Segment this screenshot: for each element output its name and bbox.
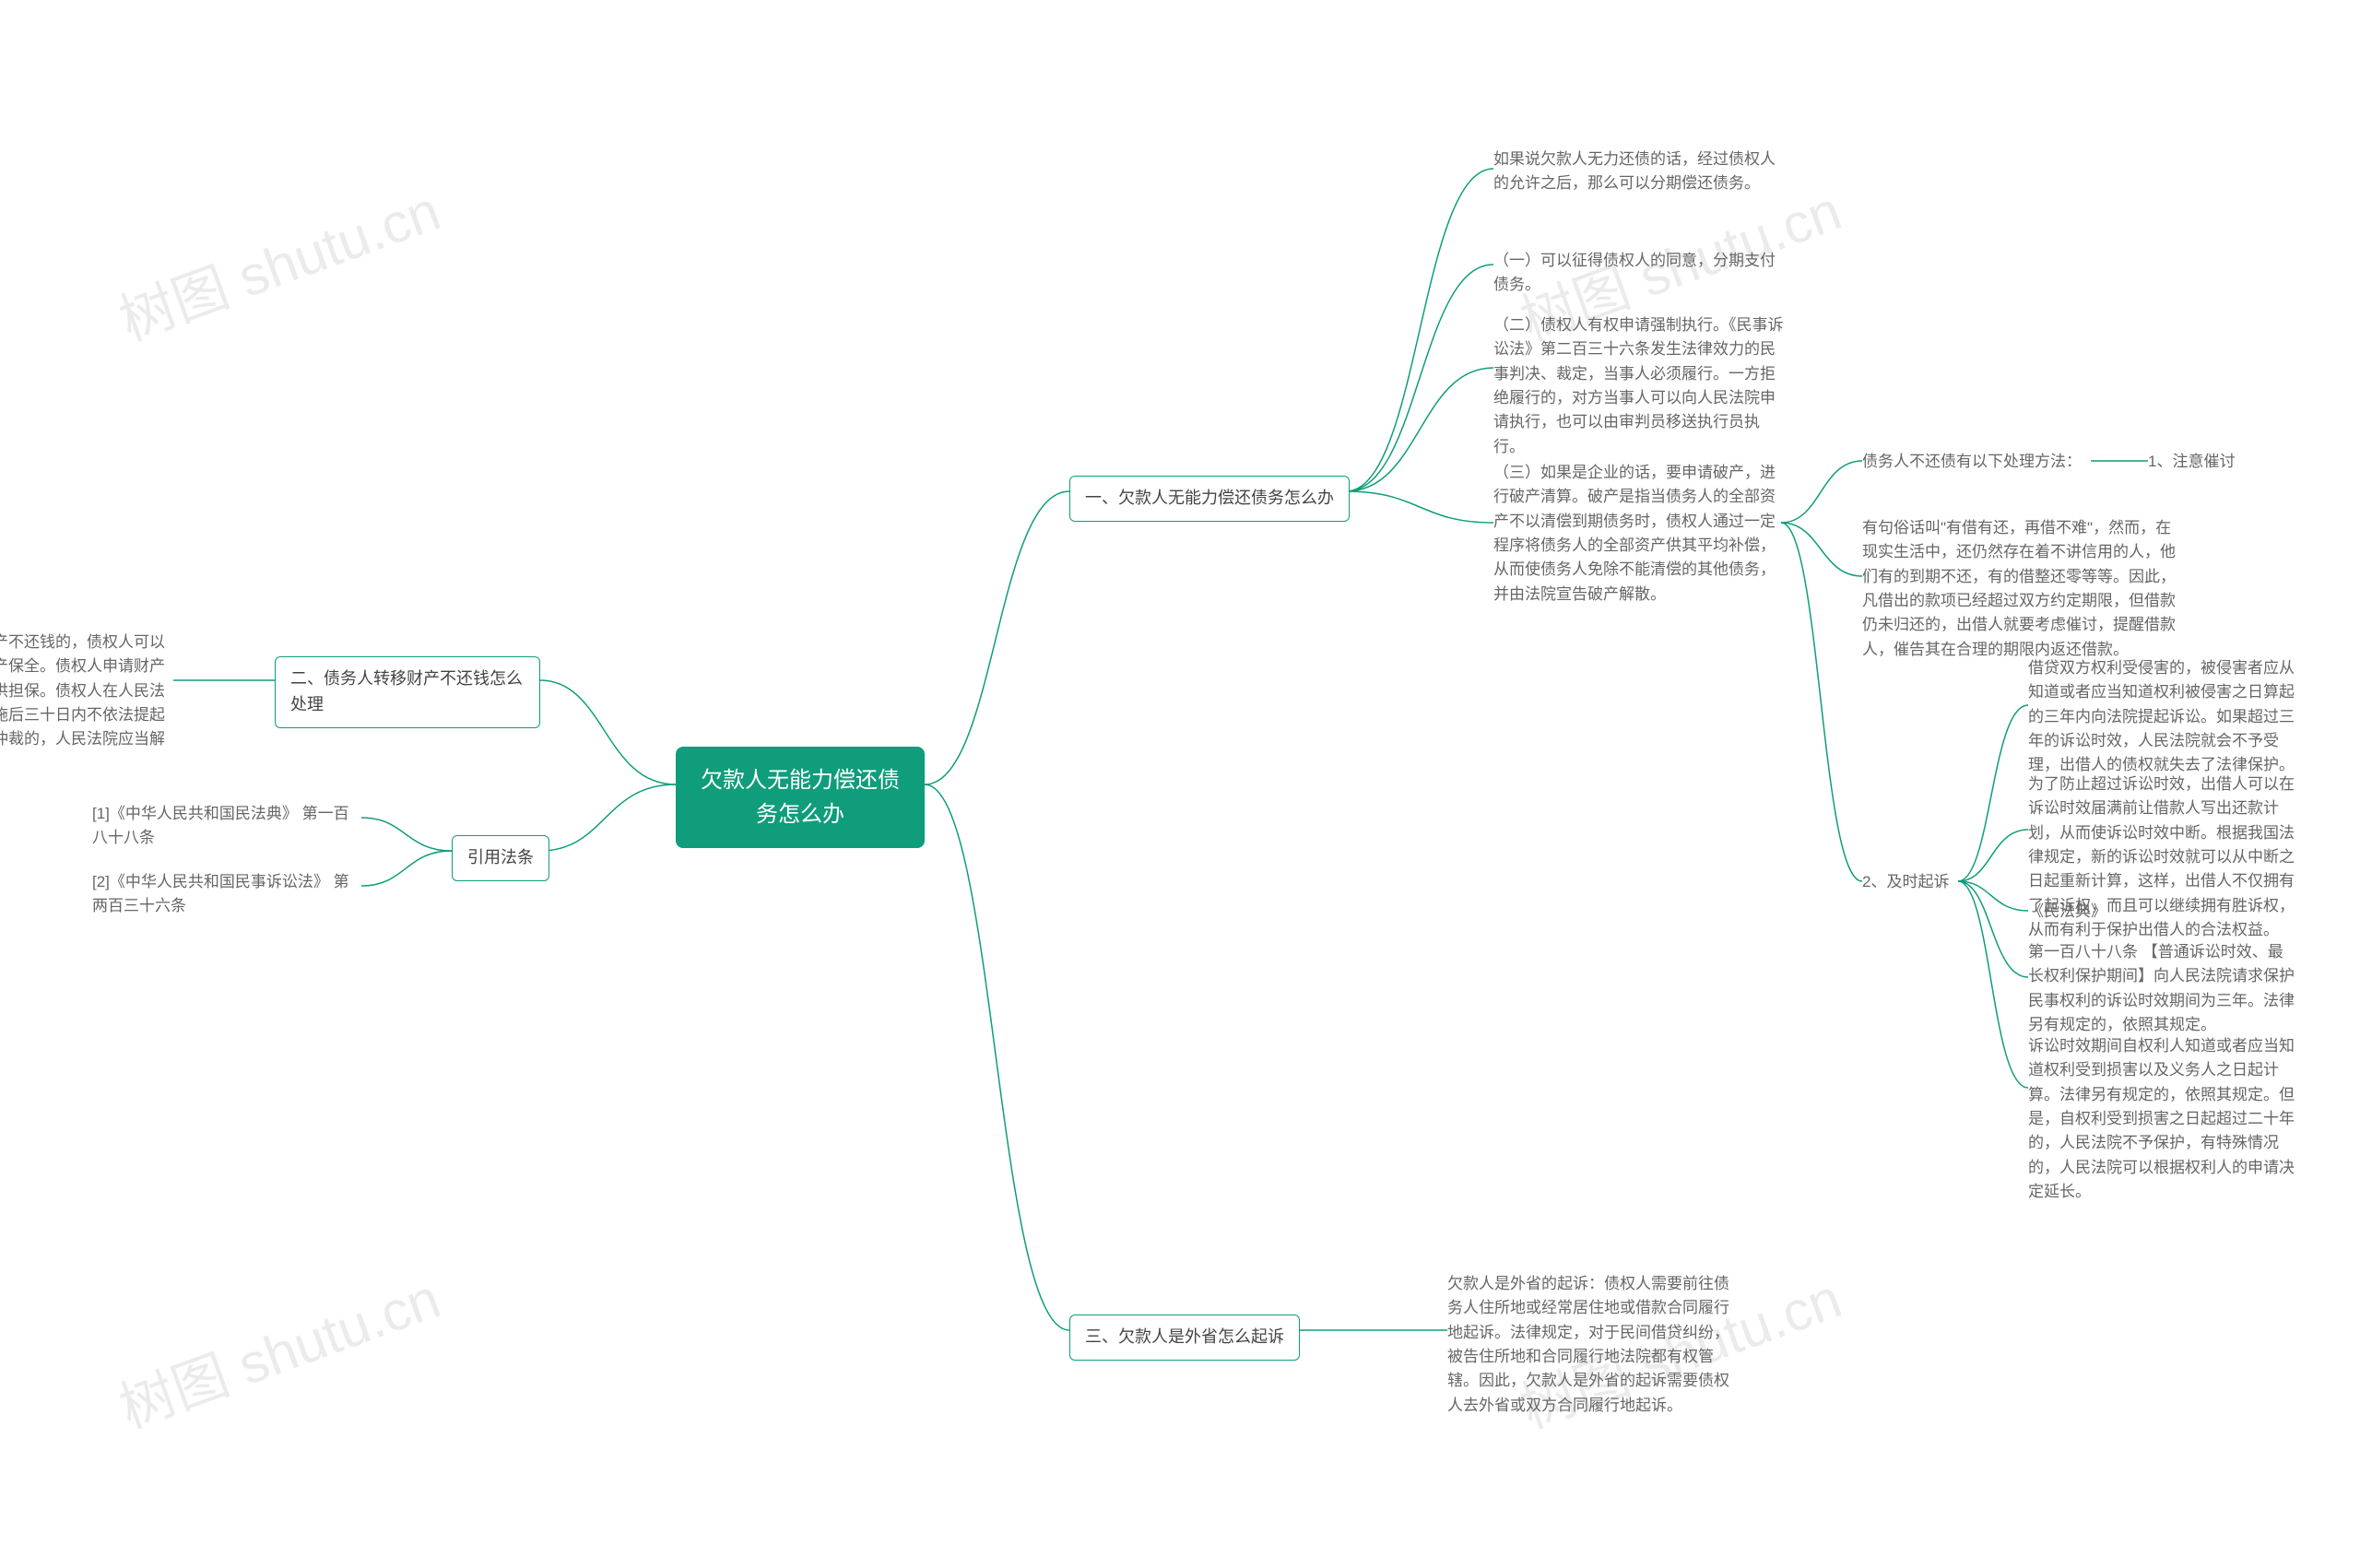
refs: 引用法条 [452, 835, 549, 881]
method-2-para-1: 借贷双方权利受侵害的，被侵害者应从知道或者应当知道权利被侵害之日算起的三年内向法… [2028, 656, 2295, 778]
refs-title: 引用法条 [467, 848, 534, 867]
method-1-title: 1、注意催讨 [2148, 450, 2235, 474]
refs-item-2: [2]《中华人民共和国民事诉讼法》 第两百三十六条 [92, 870, 364, 919]
method-2-para-5: 诉讼时效期间自权利人知道或者应当知道权利受到损害以及义务人之日起计算。法律另有规… [2028, 1034, 2295, 1204]
root-node: 欠款人无能力偿还债务怎么办 [676, 747, 925, 848]
section-1: 一、欠款人无能力偿还债务怎么办 [1069, 476, 1350, 522]
section-1-item-1: 如果说欠款人无力还债的话，经过债权人的允许之后，那么可以分期偿还债务。 [1493, 147, 1788, 196]
method-2-para-4: 第一百八十八条 【普通诉讼时效、最长权利保护期间】向人民法院请求保护民事权利的诉… [2028, 940, 2295, 1037]
sub4-title: 债务人不还债有以下处理方法： [1862, 450, 2082, 474]
section-1-item-3: （二）债权人有权申请强制执行。《民事诉讼法》第二百三十六条发生法律效力的民事判决… [1493, 313, 1788, 459]
watermark: 树图 shutu.cn [107, 1254, 449, 1444]
section-2-text: 债务人转移财产不还钱的，债权人可以向法院申请财产保全。债权人申请财产保全，应当提… [0, 631, 175, 776]
section-2: 二、债务人转移财产不还钱怎么处理 [275, 656, 540, 728]
section-1-title: 一、欠款人无能力偿还债务怎么办 [1085, 489, 1334, 507]
refs-item-1: [1]《中华人民共和国民法典》 第一百八十八条 [92, 802, 364, 851]
section-3-title: 三、欠款人是外省怎么起诉 [1085, 1327, 1284, 1346]
section-2-title: 二、债务人转移财产不还钱怎么处理 [290, 669, 523, 713]
section-1-item-4: （三）如果是企业的话，要申请破产，进行破产清算。破产是指当债务人的全部资产不以清… [1493, 461, 1788, 607]
method-2-title: 2、及时起诉 [1862, 870, 1949, 894]
method-1-text: 有句俗话叫"有借有还，再借不难"，然而，在现实生活中，还仍然存在着不讲信用的人，… [1862, 516, 2176, 662]
root-title: 欠款人无能力偿还债务怎么办 [701, 768, 900, 827]
section-3: 三、欠款人是外省怎么起诉 [1069, 1315, 1300, 1361]
watermark: 树图 shutu.cn [107, 166, 449, 356]
method-2-para-3: 《民法典》 [2028, 900, 2106, 924]
section-3-text: 欠款人是外省的起诉：债权人需要前往债务人住所地或经常居住地或借款合同履行地起诉。… [1447, 1272, 1742, 1418]
section-1-item-2: （一）可以征得债权人的同意，分期支付债务。 [1493, 249, 1788, 298]
